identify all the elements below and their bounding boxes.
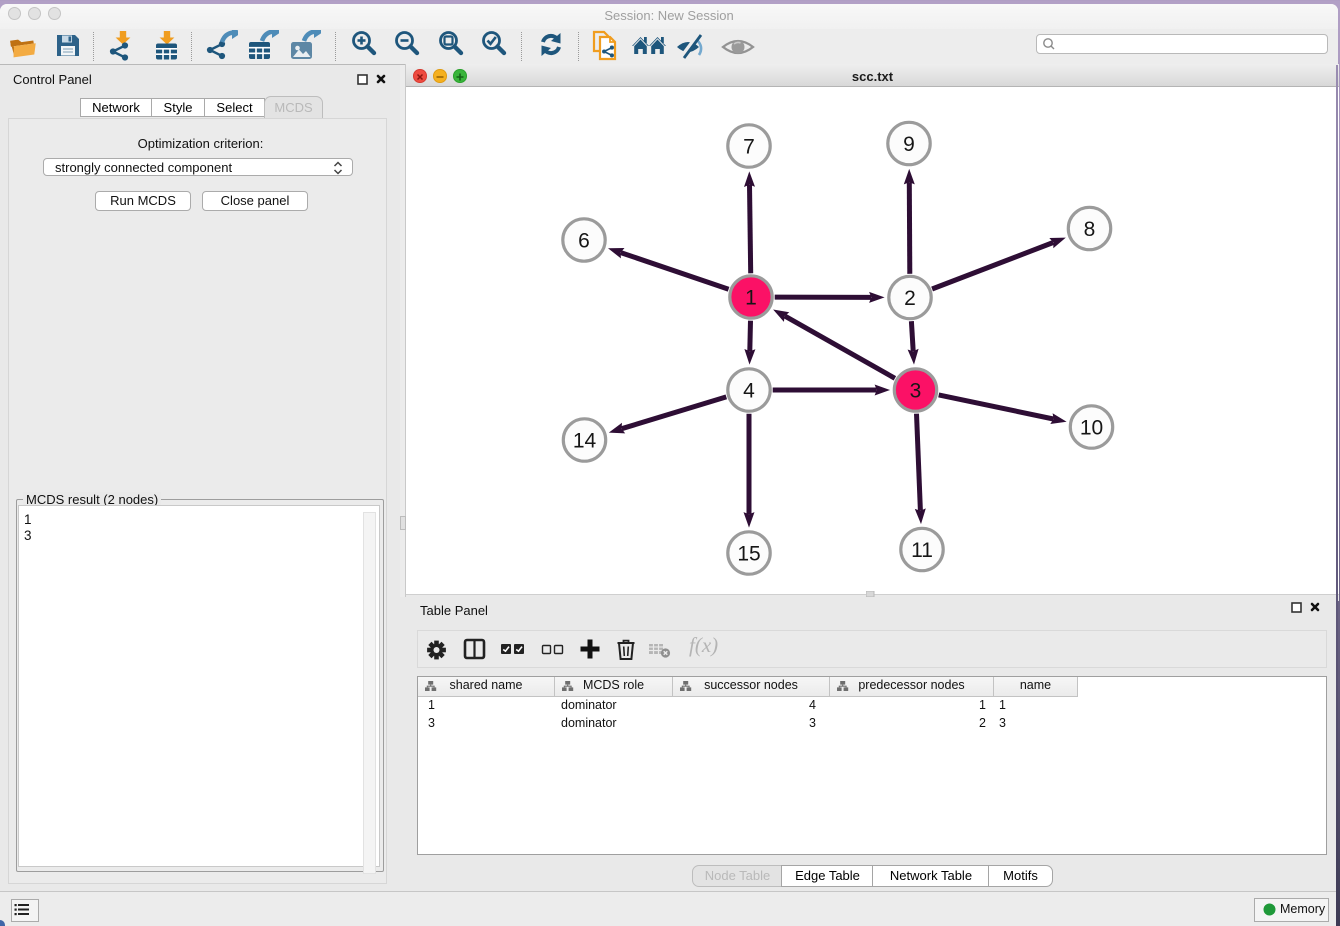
svg-text:6: 6 bbox=[578, 229, 590, 252]
svg-text:3: 3 bbox=[910, 379, 922, 402]
svg-text:11: 11 bbox=[911, 539, 933, 562]
svg-text:7: 7 bbox=[743, 135, 755, 158]
svg-text:9: 9 bbox=[903, 133, 915, 156]
svg-text:1: 1 bbox=[745, 286, 757, 309]
svg-text:15: 15 bbox=[737, 542, 760, 565]
svg-text:8: 8 bbox=[1084, 218, 1096, 241]
svg-text:10: 10 bbox=[1080, 416, 1103, 439]
svg-text:4: 4 bbox=[743, 379, 755, 402]
svg-text:14: 14 bbox=[573, 429, 597, 452]
svg-text:2: 2 bbox=[904, 287, 916, 310]
